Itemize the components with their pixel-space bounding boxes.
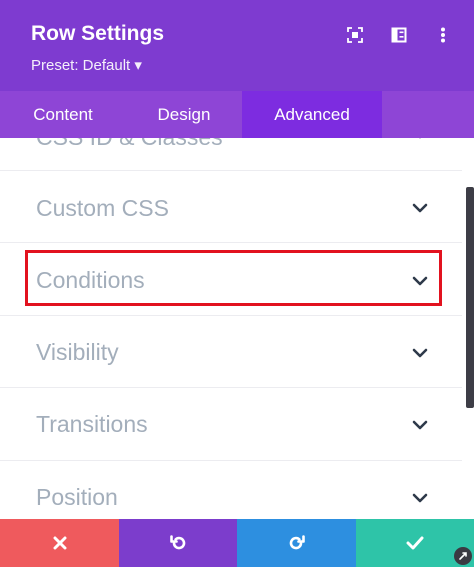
redo-icon xyxy=(289,535,305,550)
settings-content: CSS ID & Classes Custom CSS Conditions V… xyxy=(0,138,474,519)
section-custom-css[interactable]: Custom CSS xyxy=(0,171,462,243)
section-css-id-classes[interactable]: CSS ID & Classes xyxy=(0,138,462,171)
undo-button[interactable] xyxy=(119,519,237,567)
action-bar xyxy=(0,519,474,567)
chevron-down-icon[interactable] xyxy=(411,347,429,359)
chevron-down-icon[interactable] xyxy=(411,492,429,504)
undo-icon xyxy=(170,535,186,550)
redo-button[interactable] xyxy=(237,519,356,567)
scrollbar-thumb[interactable] xyxy=(466,187,474,408)
tab-advanced[interactable]: Advanced xyxy=(242,91,382,138)
section-conditions[interactable]: Conditions xyxy=(0,243,462,316)
settings-tabs: Content Design Advanced xyxy=(0,91,474,138)
panel-title: Row Settings xyxy=(31,22,165,45)
section-label: Custom CSS xyxy=(36,195,169,221)
preset-dropdown[interactable]: Preset: Default ▾ xyxy=(31,56,142,74)
more-vertical-icon[interactable] xyxy=(434,26,452,44)
chevron-down-icon[interactable] xyxy=(411,138,429,140)
discard-button[interactable] xyxy=(0,519,119,567)
tab-content[interactable]: Content xyxy=(0,91,126,138)
section-transitions[interactable]: Transitions xyxy=(0,388,462,461)
check-icon xyxy=(406,536,424,550)
section-visibility[interactable]: Visibility xyxy=(0,316,462,388)
section-label: Transitions xyxy=(36,411,148,437)
section-label: Position xyxy=(36,484,118,510)
split-panel-icon[interactable] xyxy=(390,26,408,44)
close-icon xyxy=(53,536,66,550)
chevron-down-icon[interactable] xyxy=(411,202,429,214)
chevron-down-icon[interactable] xyxy=(411,275,429,287)
section-label: Visibility xyxy=(36,339,119,365)
section-label: Conditions xyxy=(36,267,145,293)
header-actions xyxy=(346,26,452,44)
resize-handle-icon[interactable] xyxy=(454,547,472,565)
tab-design[interactable]: Design xyxy=(126,91,242,138)
settings-header: Row Settings Preset: Default ▾ xyxy=(0,0,474,91)
chevron-down-icon[interactable] xyxy=(411,419,429,431)
section-label: CSS ID & Classes xyxy=(36,138,223,151)
focus-icon[interactable] xyxy=(346,26,364,44)
section-position[interactable]: Position xyxy=(0,461,462,519)
